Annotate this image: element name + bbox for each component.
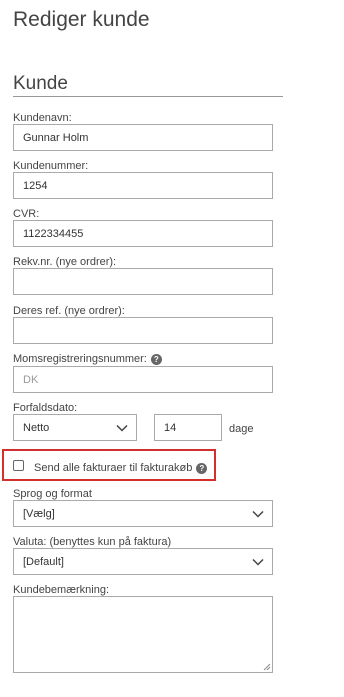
vat-number-placeholder: DK: [23, 373, 39, 386]
cvr-input[interactable]: 1122334455: [13, 220, 273, 247]
customer-number-label: Kundenummer:: [13, 160, 89, 172]
currency-select[interactable]: [Default]: [13, 548, 273, 575]
cvr-label: CVR:: [13, 208, 40, 220]
send-invoices-label: Send alle fakturaer til fakturakøb: [34, 462, 193, 474]
requisition-input[interactable]: [13, 268, 273, 295]
resize-handle-icon[interactable]: [263, 663, 271, 671]
your-ref-label: Deres ref. (nye ordrer):: [13, 305, 125, 317]
currency-value: [Default]: [23, 555, 64, 568]
question-circle-icon[interactable]: ?: [196, 462, 208, 474]
send-invoices-checkbox[interactable]: [13, 460, 24, 471]
vat-number-label: Momsregistreringsnummer:: [13, 353, 147, 365]
vat-number-input[interactable]: DK: [13, 366, 273, 393]
language-format-value: [Vælg]: [23, 507, 55, 520]
currency-label: Valuta: (benyttes kun på faktura): [13, 536, 172, 548]
customer-note-label: Kundebemærkning:: [13, 584, 110, 596]
requisition-label: Rekv.nr. (nye ordrer):: [13, 256, 117, 268]
due-days-value: 14: [164, 421, 177, 434]
customer-number-value: 1254: [23, 179, 48, 192]
customer-name-value: Gunnar Holm: [23, 131, 89, 144]
due-date-select[interactable]: Netto: [13, 414, 137, 441]
customer-name-input[interactable]: Gunnar Holm: [13, 124, 273, 151]
send-invoices-label-row: Send alle fakturaer til fakturakøb ?: [34, 462, 208, 474]
due-days-input[interactable]: 14: [154, 414, 222, 441]
question-circle-icon[interactable]: ?: [150, 353, 162, 365]
your-ref-input[interactable]: [13, 317, 273, 344]
page-title: Rediger kunde: [13, 8, 150, 31]
language-format-select[interactable]: [Vælg]: [13, 500, 273, 527]
due-date-select-value: Netto: [23, 421, 50, 434]
chevron-down-icon: [252, 510, 264, 518]
due-days-unit: dage: [229, 423, 254, 435]
chevron-down-icon: [252, 558, 264, 566]
customer-number-input[interactable]: 1254: [13, 172, 273, 199]
section-divider: [13, 96, 283, 97]
due-date-label: Forfaldsdato:: [13, 402, 78, 414]
customer-note-textarea[interactable]: [13, 596, 273, 673]
section-title: Kunde: [13, 73, 68, 94]
vat-number-label-row: Momsregistreringsnummer: ?: [13, 353, 162, 365]
chevron-down-icon: [116, 424, 128, 432]
language-format-label: Sprog og format: [13, 488, 92, 500]
customer-name-label: Kundenavn:: [13, 112, 72, 124]
cvr-value: 1122334455: [23, 227, 84, 240]
